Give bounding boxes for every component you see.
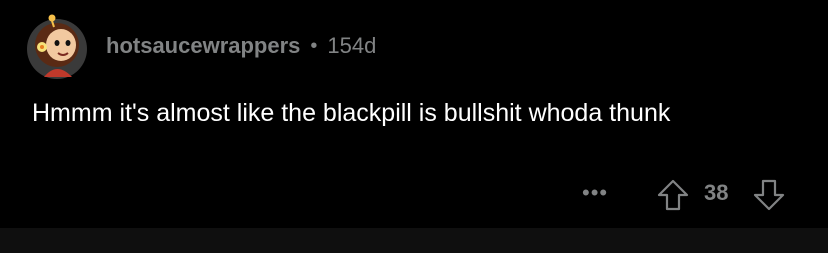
comment-body: Hmmm it's almost like the blackpill is b… (32, 99, 671, 127)
downvote-icon[interactable] (752, 178, 786, 212)
avatar-image (27, 14, 87, 79)
comment-divider (0, 228, 828, 253)
avatar[interactable] (22, 11, 92, 81)
upvote-icon[interactable] (656, 178, 690, 212)
more-options-icon[interactable]: ••• (582, 180, 608, 206)
meta-separator: • (310, 34, 318, 57)
comment-age: 154d (327, 33, 377, 58)
comment-actions: ••• 38 (0, 176, 828, 212)
vote-score: 38 (704, 180, 729, 205)
author-name[interactable]: hotsaucewrappers (106, 33, 300, 59)
comment-meta: hotsaucewrappers • 154d (106, 32, 376, 60)
comment: hotsaucewrappers • 154d Hmmm it's almost… (0, 0, 828, 228)
